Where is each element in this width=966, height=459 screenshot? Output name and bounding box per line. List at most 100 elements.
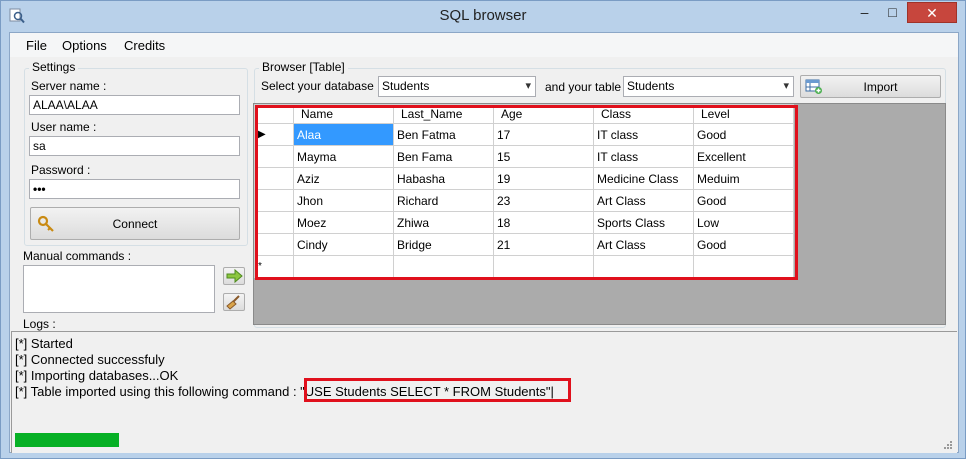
connect-button-label: Connect bbox=[112, 217, 158, 231]
column-header-name[interactable]: Name bbox=[293, 104, 394, 124]
chevron-down-icon: ▾ bbox=[525, 80, 531, 92]
chevron-down-icon: ▾ bbox=[783, 80, 789, 92]
grid-cell[interactable]: Good bbox=[693, 123, 794, 146]
grid-cell[interactable]: 23 bbox=[493, 189, 594, 212]
connect-button[interactable]: Connect bbox=[30, 207, 240, 240]
grid-cell[interactable]: 19 bbox=[493, 167, 594, 190]
window-title: SQL browser bbox=[439, 7, 527, 24]
row-header[interactable] bbox=[254, 189, 294, 212]
logs-label: Logs : bbox=[23, 317, 56, 331]
maximize-button[interactable]: □ bbox=[879, 2, 906, 23]
data-grid[interactable]: Name Last_Name Age Class Level ▶ Alaa Be… bbox=[253, 103, 946, 325]
grid-cell[interactable] bbox=[393, 255, 494, 278]
user-name-field[interactable]: sa bbox=[29, 136, 240, 156]
menu-options[interactable]: Options bbox=[62, 38, 107, 53]
server-name-field[interactable]: ALAA\ALAA bbox=[29, 95, 240, 115]
grid-cell[interactable]: Ben Fama bbox=[393, 145, 494, 168]
database-label: Select your database : bbox=[261, 79, 381, 93]
grid-cell[interactable]: Cindy bbox=[293, 233, 394, 256]
grid-cell[interactable]: Good bbox=[693, 189, 794, 212]
clear-command-button[interactable] bbox=[223, 293, 245, 311]
log-line: [*] Started bbox=[15, 336, 73, 351]
progress-bar bbox=[15, 433, 119, 447]
import-button-label: Import bbox=[863, 80, 898, 94]
table-row[interactable]: Mayma Ben Fama 15 IT class Excellent bbox=[254, 145, 794, 168]
table-row[interactable]: Aziz Habasha 19 Medicine Class Meduim bbox=[254, 167, 794, 190]
title-bar[interactable]: SQL browser – □ ✕ bbox=[1, 1, 965, 32]
command-highlight-box bbox=[304, 378, 571, 402]
grid-cell[interactable]: Good bbox=[693, 233, 794, 256]
database-select[interactable]: Students ▾ bbox=[378, 76, 536, 97]
column-header-class[interactable]: Class bbox=[593, 104, 694, 124]
password-label: Password : bbox=[31, 163, 91, 177]
table-row[interactable]: Moez Zhiwa 18 Sports Class Low bbox=[254, 211, 794, 234]
grid-header-row: Name Last_Name Age Class Level bbox=[254, 104, 794, 124]
grid-cell[interactable]: IT class bbox=[593, 145, 694, 168]
grid-cell[interactable] bbox=[293, 255, 394, 278]
manual-commands-input[interactable] bbox=[23, 265, 215, 313]
client-area: File Options Credits Settings Server nam… bbox=[9, 32, 959, 453]
grid-cell[interactable]: Bridge bbox=[393, 233, 494, 256]
grid-cell[interactable]: IT class bbox=[593, 123, 694, 146]
close-button[interactable]: ✕ bbox=[907, 2, 957, 23]
row-header[interactable] bbox=[254, 233, 294, 256]
menu-bar: File Options Credits bbox=[10, 33, 958, 57]
log-line: [*] Importing databases...OK bbox=[15, 368, 179, 383]
database-select-value: Students bbox=[382, 79, 430, 93]
grid-cell[interactable]: Mayma bbox=[293, 145, 394, 168]
grid-cell[interactable]: Art Class bbox=[593, 233, 694, 256]
grid-cell[interactable]: 17 bbox=[493, 123, 594, 146]
grid-cell[interactable]: Ben Fatma bbox=[393, 123, 494, 146]
log-line: [*] Connected successfuly bbox=[15, 352, 165, 367]
app-window: SQL browser – □ ✕ File Options Credits S… bbox=[0, 0, 966, 459]
grid-cell[interactable]: Richard bbox=[393, 189, 494, 212]
new-row-indicator[interactable]: * bbox=[254, 255, 294, 278]
logs-panel[interactable]: [*] Started [*] Connected successfuly [*… bbox=[11, 331, 957, 453]
grid-cell[interactable]: Jhon bbox=[293, 189, 394, 212]
resize-grip-icon[interactable] bbox=[943, 440, 953, 450]
import-button[interactable]: Import bbox=[800, 75, 941, 98]
column-header-age[interactable]: Age bbox=[493, 104, 594, 124]
table-row[interactable]: Cindy Bridge 21 Art Class Good bbox=[254, 233, 794, 256]
manual-commands-label: Manual commands : bbox=[23, 249, 132, 263]
server-name-label: Server name : bbox=[31, 79, 107, 93]
grid-cell[interactable]: Sports Class bbox=[593, 211, 694, 234]
row-header[interactable] bbox=[254, 211, 294, 234]
broom-icon bbox=[226, 295, 240, 310]
grid-cell[interactable]: Aziz bbox=[293, 167, 394, 190]
password-field[interactable]: ••• bbox=[29, 179, 240, 199]
grid-cell[interactable] bbox=[593, 255, 694, 278]
grid-cell[interactable] bbox=[693, 255, 794, 278]
grid-cell[interactable]: Excellent bbox=[693, 145, 794, 168]
grid-cell[interactable]: Meduim bbox=[693, 167, 794, 190]
browser-legend: Browser [Table] bbox=[259, 60, 348, 74]
grid-cell[interactable]: Zhiwa bbox=[393, 211, 494, 234]
current-row-indicator[interactable]: ▶ bbox=[254, 123, 294, 146]
grid-cell[interactable]: Medicine Class bbox=[593, 167, 694, 190]
grid-cell[interactable]: 18 bbox=[493, 211, 594, 234]
grid-cell[interactable]: 21 bbox=[493, 233, 594, 256]
grid-cell[interactable]: Alaa bbox=[293, 123, 394, 146]
table-row[interactable]: Jhon Richard 23 Art Class Good bbox=[254, 189, 794, 212]
grid-cell[interactable]: 15 bbox=[493, 145, 594, 168]
grid-cell[interactable] bbox=[493, 255, 594, 278]
menu-file[interactable]: File bbox=[26, 38, 47, 53]
user-name-label: User name : bbox=[31, 120, 97, 134]
grid-cell[interactable]: Low bbox=[693, 211, 794, 234]
row-header[interactable] bbox=[254, 145, 294, 168]
column-header-last-name[interactable]: Last_Name bbox=[393, 104, 494, 124]
menu-credits[interactable]: Credits bbox=[124, 38, 165, 53]
table-select[interactable]: Students ▾ bbox=[623, 76, 794, 97]
row-header[interactable] bbox=[254, 167, 294, 190]
table-row[interactable]: ▶ Alaa Ben Fatma 17 IT class Good bbox=[254, 123, 794, 146]
new-row[interactable]: * bbox=[254, 255, 794, 278]
minimize-button[interactable]: – bbox=[851, 2, 878, 23]
column-header-level[interactable]: Level bbox=[693, 104, 794, 124]
grid-table: Name Last_Name Age Class Level ▶ Alaa Be… bbox=[254, 104, 794, 278]
settings-legend: Settings bbox=[29, 60, 79, 74]
table-label: and your table : bbox=[545, 80, 628, 94]
grid-cell[interactable]: Moez bbox=[293, 211, 394, 234]
grid-cell[interactable]: Art Class bbox=[593, 189, 694, 212]
send-command-button[interactable] bbox=[223, 267, 245, 285]
grid-cell[interactable]: Habasha bbox=[393, 167, 494, 190]
